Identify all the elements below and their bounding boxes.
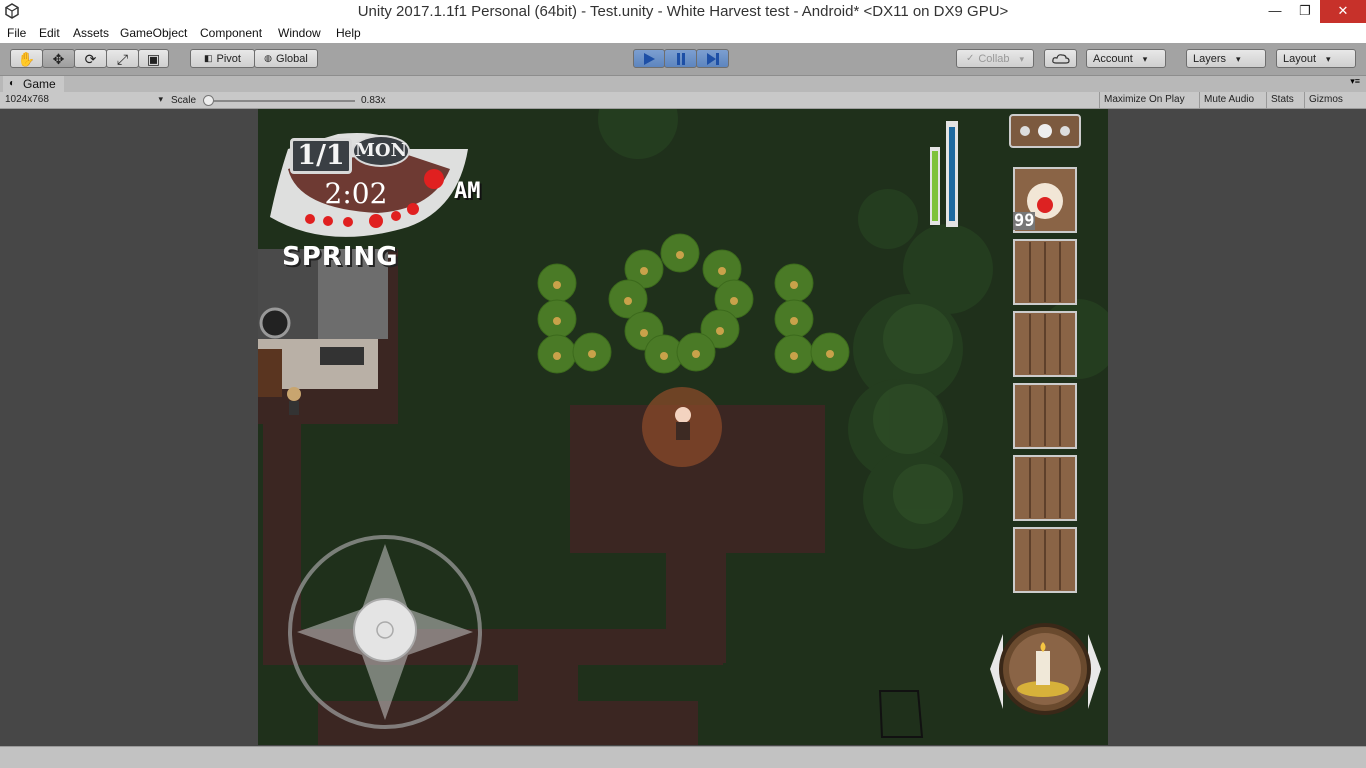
mute-audio-toggle[interactable]: Mute Audio bbox=[1199, 92, 1258, 109]
rect-tool-button[interactable]: ▣ bbox=[138, 49, 169, 68]
rect-tool-icon: ▣ bbox=[146, 50, 161, 67]
collab-dropdown[interactable]: ✓ Collab bbox=[956, 49, 1034, 68]
minimize-button[interactable]: — bbox=[1260, 0, 1290, 23]
rotate-tool-button[interactable]: ⟳ bbox=[74, 49, 107, 68]
check-icon: ✓ bbox=[965, 53, 975, 64]
main-toolbar: ✋ ✥ ⟳ ⤢ ▣ ◧ Pivot ◍ Global ✓ Collab ▾ Ac… bbox=[0, 43, 1366, 76]
cloud-button[interactable] bbox=[1044, 49, 1077, 68]
hand-tool-button[interactable]: ✋ bbox=[10, 49, 43, 68]
hud-date: 1/1 bbox=[290, 138, 352, 174]
account-label: Account bbox=[1093, 53, 1147, 65]
tab-game[interactable]: ◐ Game bbox=[3, 76, 64, 92]
menu-edit[interactable]: Edit bbox=[39, 26, 60, 40]
hud-time: 2:02 bbox=[324, 177, 388, 210]
cloud-icon bbox=[1051, 54, 1070, 64]
stats-toggle[interactable]: Stats bbox=[1266, 92, 1298, 109]
menu-component[interactable]: Component bbox=[200, 26, 262, 40]
player-character bbox=[675, 407, 691, 440]
menu-window[interactable]: Window bbox=[278, 26, 321, 40]
pivot-label: Pivot bbox=[216, 52, 241, 65]
unity-editor-window: Unity 2017.1.1f1 Personal (64bit) - Test… bbox=[0, 0, 1366, 768]
layers-dropdown[interactable]: Layers bbox=[1186, 49, 1266, 68]
move-tool-button[interactable]: ✥ bbox=[42, 49, 75, 68]
npc-character bbox=[287, 387, 301, 415]
collab-label: Collab bbox=[978, 53, 1024, 65]
rotate-tool-icon: ⟳ bbox=[84, 50, 97, 67]
gizmos-dropdown[interactable]: Gizmos bbox=[1304, 92, 1347, 109]
game-view[interactable]: 1/1 MON 2:02 AM SPRING 99 bbox=[258, 109, 1108, 745]
inventory-column bbox=[1009, 114, 1081, 593]
layout-dropdown[interactable]: Layout bbox=[1276, 49, 1356, 68]
house bbox=[258, 249, 398, 424]
scale-slider-track[interactable] bbox=[207, 100, 355, 102]
globe-icon: ◍ bbox=[264, 53, 273, 63]
move-tool-icon: ✥ bbox=[52, 50, 65, 67]
inventory-item-quantity: 99 bbox=[1013, 211, 1036, 231]
title-bar: Unity 2017.1.1f1 Personal (64bit) - Test… bbox=[0, 0, 1366, 23]
hud-ampm: AM bbox=[454, 179, 481, 204]
pause-icon bbox=[676, 52, 685, 65]
menu-gameobject[interactable]: GameObject bbox=[120, 26, 187, 40]
global-label: Global bbox=[276, 52, 308, 65]
scale-slider-thumb[interactable] bbox=[203, 95, 214, 106]
scale-tool-button[interactable]: ⤢ bbox=[106, 49, 139, 68]
maximize-on-play-toggle[interactable]: Maximize On Play bbox=[1099, 92, 1189, 109]
pivot-icon: ◧ bbox=[204, 53, 213, 63]
hand-tool-icon: ✋ bbox=[17, 50, 36, 67]
pivot-toggle[interactable]: ◧ Pivot bbox=[190, 49, 255, 68]
virtual-joystick bbox=[288, 535, 482, 729]
global-toggle[interactable]: ◍ Global bbox=[254, 49, 318, 68]
menu-assets[interactable]: Assets bbox=[73, 26, 109, 40]
layout-label: Layout bbox=[1283, 53, 1331, 65]
play-icon bbox=[644, 52, 655, 65]
tab-menu-icon[interactable]: ▾≡ bbox=[1350, 76, 1360, 87]
pause-button[interactable] bbox=[664, 49, 697, 68]
scale-value: 0.83x bbox=[361, 95, 386, 106]
account-dropdown[interactable]: Account bbox=[1086, 49, 1166, 68]
play-button[interactable] bbox=[633, 49, 665, 68]
layers-label: Layers bbox=[1193, 53, 1241, 65]
menu-file[interactable]: File bbox=[7, 26, 26, 40]
hud-day: MON bbox=[352, 135, 410, 167]
status-bar bbox=[0, 746, 1366, 768]
window-title: Unity 2017.1.1f1 Personal (64bit) - Test… bbox=[357, 3, 1009, 20]
menu-help[interactable]: Help bbox=[336, 26, 361, 40]
hud-season: SPRING bbox=[282, 242, 399, 272]
scale-tool-icon: ⤢ bbox=[116, 50, 129, 67]
step-icon bbox=[706, 52, 719, 65]
close-button[interactable]: ✕ bbox=[1320, 0, 1366, 23]
gamepad-icon: ◐ bbox=[9, 78, 16, 89]
maximize-button[interactable]: ❐ bbox=[1290, 0, 1320, 23]
game-options-bar: 1024x768 Scale 0.83x Maximize On Play Mu… bbox=[0, 92, 1366, 109]
scale-label: Scale bbox=[171, 95, 197, 106]
step-button[interactable] bbox=[696, 49, 729, 68]
tab-game-label: Game bbox=[23, 77, 56, 91]
game-tab-row: ◐ Game ▾≡ bbox=[0, 76, 1366, 92]
menu-bar: File Edit Assets GameObject Component Wi… bbox=[0, 23, 1366, 43]
resolution-dropdown[interactable]: 1024x768 bbox=[5, 94, 165, 105]
